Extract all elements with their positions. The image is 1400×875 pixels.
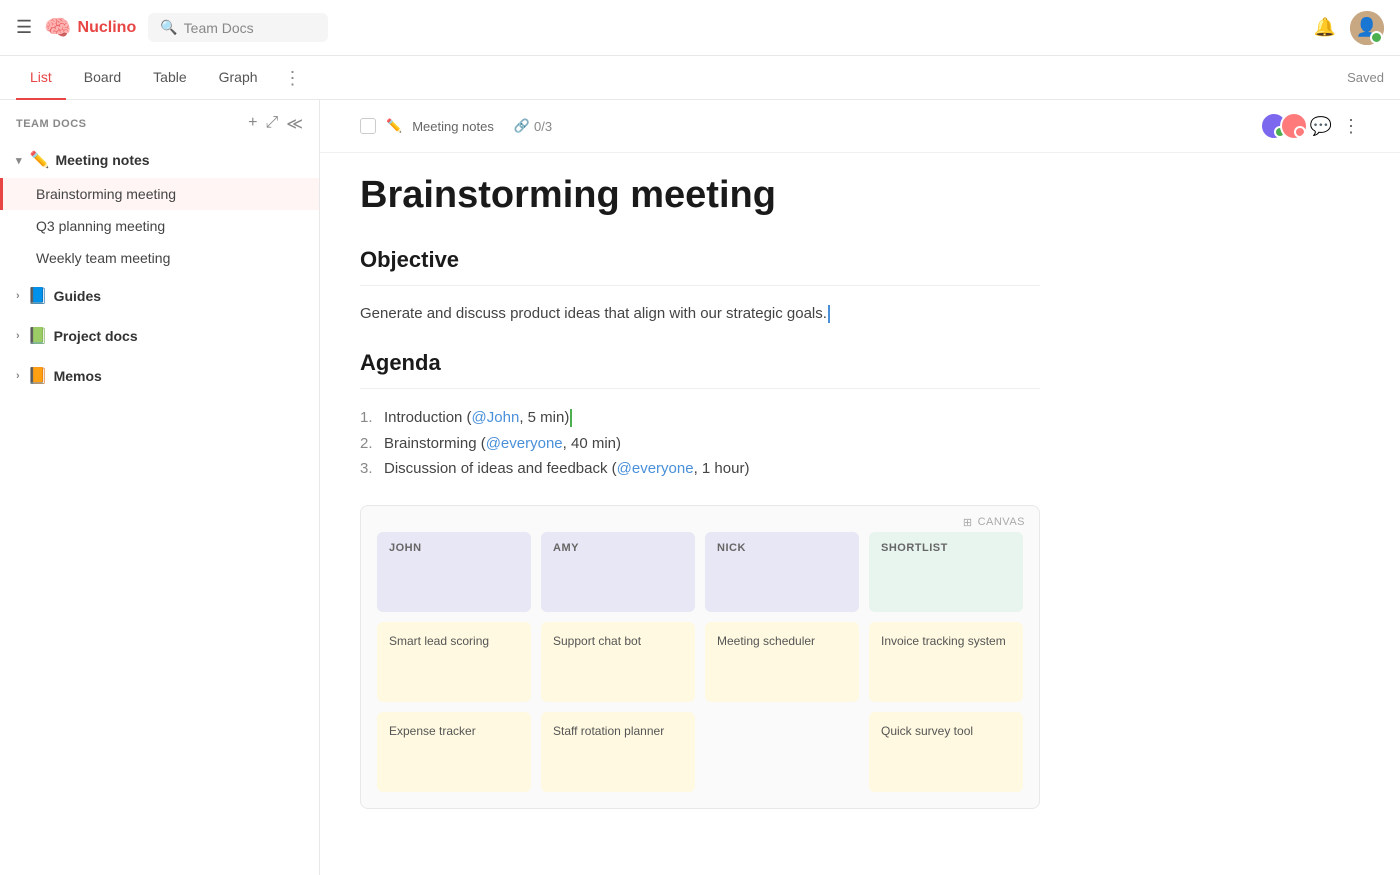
collapse-sidebar-button[interactable]: ≪ (286, 114, 303, 134)
collaborator-avatar-2 (1280, 112, 1308, 140)
document-content: Brainstorming meeting Objective Generate… (320, 153, 1080, 849)
sidebar-title: TEAM DOCS (16, 118, 240, 130)
cursor-indicator-2 (570, 409, 572, 427)
logo-brain-icon: 🧠 (44, 15, 71, 41)
mention-everyone-2[interactable]: @everyone (617, 460, 694, 477)
breadcrumb[interactable]: Meeting notes (412, 119, 494, 134)
content-toolbar-right: 💬 ⋮ (1260, 112, 1360, 140)
hamburger-icon[interactable]: ☰ (16, 17, 32, 38)
chevron-down-icon: ▾ (16, 154, 22, 167)
logo[interactable]: 🧠 Nuclino (44, 15, 136, 41)
link-count: 🔗 0/3 (514, 118, 552, 134)
canvas-col-john: JOHN (377, 532, 531, 612)
canvas-card-empty (705, 712, 859, 792)
tabsbar: List Board Table Graph ⋮ Saved (0, 56, 1400, 100)
sidebar-header: TEAM DOCS + ⤢ ≪ (0, 100, 319, 142)
sidebar-group-meeting-notes: ▾ ✏️ Meeting notes □ Brainstorming meeti… (0, 142, 319, 274)
canvas-card-staff-rotation[interactable]: Staff rotation planner (541, 712, 695, 792)
project-docs-label: Project docs (54, 328, 290, 344)
canvas-card-quick-survey[interactable]: Quick survey tool (869, 712, 1023, 792)
document-title: Brainstorming meeting (360, 173, 1040, 219)
meeting-notes-label: Meeting notes (55, 152, 289, 168)
agenda-item-2: 2. Brainstorming (@everyone, 40 min) (360, 431, 1040, 456)
bell-icon[interactable]: 🔔 (1314, 17, 1336, 38)
sidebar-item-q3planning[interactable]: Q3 planning meeting (0, 210, 319, 242)
sidebar-group-header-guides[interactable]: › 📘 Guides □ (0, 278, 319, 314)
canvas-col-nick: NICK (705, 532, 859, 612)
canvas-label: ⊞ CANVAS (963, 516, 1025, 529)
canvas-section: ⊞ CANVAS JOHN AMY NICK SHORTLIST Smart l… (360, 505, 1040, 809)
sidebar: TEAM DOCS + ⤢ ≪ ▾ ✏️ Meeting notes □ Bra… (0, 100, 320, 875)
comment-icon[interactable]: 💬 (1310, 116, 1332, 137)
tab-list[interactable]: List (16, 56, 66, 100)
topbar: ☰ 🧠 Nuclino 🔍 Team Docs 🔔 👤 (0, 0, 1400, 56)
cursor-indicator (828, 305, 830, 323)
search-placeholder: Team Docs (184, 20, 254, 36)
content-toolbar: ✏️ Meeting notes 🔗 0/3 💬 ⋮ (320, 100, 1400, 153)
search-icon: 🔍 (160, 19, 177, 36)
canvas-card-meeting-scheduler[interactable]: Meeting scheduler (705, 622, 859, 702)
tab-table[interactable]: Table (139, 56, 200, 100)
tabs-more-icon[interactable]: ⋮ (284, 69, 302, 87)
guides-icon: 📘 (28, 286, 48, 306)
topbar-right: 🔔 👤 (1314, 11, 1384, 45)
sidebar-item-brainstorming[interactable]: Brainstorming meeting (0, 178, 319, 210)
more-options-icon[interactable]: ⋮ (1342, 116, 1360, 137)
canvas-grid: JOHN AMY NICK SHORTLIST Smart lead scori… (377, 532, 1023, 792)
tab-board[interactable]: Board (70, 56, 135, 100)
canvas-col-amy: AMY (541, 532, 695, 612)
link-icon: 🔗 (514, 118, 530, 134)
avatar-stack (1260, 112, 1300, 140)
mention-john[interactable]: @John (472, 409, 520, 426)
search-bar[interactable]: 🔍 Team Docs (148, 13, 328, 42)
divider-2 (360, 388, 1040, 389)
add-item-button[interactable]: + (248, 114, 257, 134)
main-layout: TEAM DOCS + ⤢ ≪ ▾ ✏️ Meeting notes □ Bra… (0, 100, 1400, 875)
chevron-right-icon-2: › (16, 330, 20, 342)
sidebar-group-header-meeting-notes[interactable]: ▾ ✏️ Meeting notes □ (0, 142, 319, 178)
sidebar-actions: + ⤢ ≪ (248, 114, 303, 134)
user-avatar[interactable]: 👤 (1350, 11, 1384, 45)
saved-status: Saved (1347, 70, 1384, 85)
logo-text: Nuclino (78, 19, 137, 37)
agenda-list: 1. Introduction (@John, 5 min) 2. Brains… (360, 405, 1040, 481)
content-area: ✏️ Meeting notes 🔗 0/3 💬 ⋮ Brainstorming… (320, 100, 1400, 875)
canvas-card-invoice[interactable]: Invoice tracking system (869, 622, 1023, 702)
topbar-left: ☰ 🧠 Nuclino 🔍 Team Docs (16, 13, 1302, 42)
chevron-right-icon: › (16, 290, 20, 302)
canvas-card-smart-lead[interactable]: Smart lead scoring (377, 622, 531, 702)
checkbox-icon[interactable] (360, 118, 376, 134)
canvas-card-support-chat[interactable]: Support chat bot (541, 622, 695, 702)
section-agenda: Agenda (360, 350, 1040, 376)
sidebar-group-project-docs: › 📗 Project docs □ (0, 318, 319, 354)
sidebar-item-weekly[interactable]: Weekly team meeting (0, 242, 319, 274)
section-objective: Objective (360, 247, 1040, 273)
project-docs-icon: 📗 (28, 326, 48, 346)
tab-graph[interactable]: Graph (205, 56, 272, 100)
breadcrumb-icon: ✏️ (386, 118, 402, 134)
memos-label: Memos (54, 368, 290, 384)
canvas-icon: ⊞ (963, 516, 973, 529)
objective-text: Generate and discuss product ideas that … (360, 302, 1040, 326)
sidebar-group-guides: › 📘 Guides □ (0, 278, 319, 314)
agenda-item-3: 3. Discussion of ideas and feedback (@ev… (360, 456, 1040, 481)
canvas-col-shortlist: SHORTLIST (869, 532, 1023, 612)
agenda-item-1: 1. Introduction (@John, 5 min) (360, 405, 1040, 431)
sidebar-group-header-memos[interactable]: › 📙 Memos □ (0, 358, 319, 394)
mention-everyone-1[interactable]: @everyone (486, 435, 563, 452)
guides-label: Guides (54, 288, 290, 304)
avatar-image: 👤 (1350, 11, 1384, 45)
chevron-right-icon-3: › (16, 370, 20, 382)
divider-1 (360, 285, 1040, 286)
canvas-card-expense[interactable]: Expense tracker (377, 712, 531, 792)
expand-sidebar-button[interactable]: ⤢ (265, 114, 278, 134)
sidebar-group-memos: › 📙 Memos □ (0, 358, 319, 394)
meeting-notes-icon: ✏️ (30, 150, 50, 170)
memos-icon: 📙 (28, 366, 48, 386)
sidebar-group-header-project-docs[interactable]: › 📗 Project docs □ (0, 318, 319, 354)
